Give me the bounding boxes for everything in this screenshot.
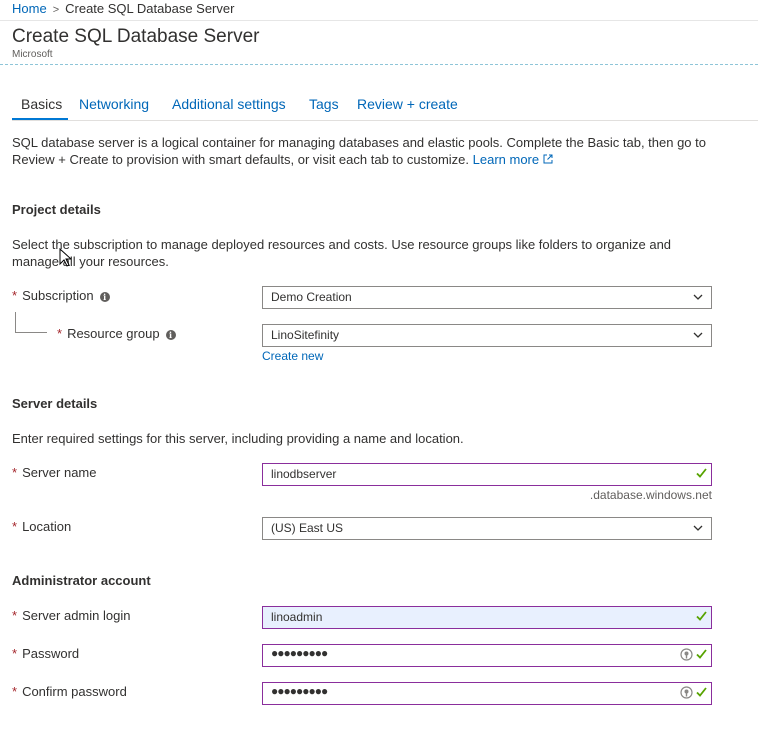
location-dropdown[interactable]: (US) East US [262,517,712,540]
learn-more-link[interactable]: Learn more [473,152,553,167]
intro-description: SQL database server is a logical contain… [12,135,706,167]
subscription-dropdown[interactable]: Demo Creation [262,286,712,309]
tree-connector-vertical [15,312,16,332]
required-marker: * [12,684,18,699]
breadcrumb-home-link[interactable]: Home [12,1,47,16]
subscription-label-text: Subscription [22,288,94,303]
header-dashed-divider [0,64,758,65]
tree-connector-horizontal [15,332,47,333]
external-link-icon [543,154,553,164]
password-value: ●●●●●●●●● [271,646,328,660]
server-name-input[interactable]: linodbserver [262,463,712,486]
confirm-password-label: * Confirm password [12,684,127,699]
server-name-label: * Server name [12,465,96,480]
tab-bar: Basics Networking Additional settings Ta… [0,96,758,120]
tab-basics[interactable]: Basics [21,96,62,112]
tab-review-create[interactable]: Review + create [357,96,458,112]
page-title: Create SQL Database Server [12,26,260,47]
subscription-value: Demo Creation [271,290,352,304]
publisher-label: Microsoft [12,49,53,60]
password-input[interactable]: ●●●●●●●●● [262,644,712,667]
info-icon[interactable]: i [165,329,176,340]
admin-login-value: linoadmin [271,610,323,624]
required-marker: * [12,519,18,534]
password-label-text: Password [22,646,80,661]
server-description: Enter required settings for this server,… [12,431,464,446]
server-name-value: linodbserver [271,467,337,481]
create-new-link[interactable]: Create new [262,349,323,363]
location-label: * Location [12,519,71,534]
confirm-password-value: ●●●●●●●●● [271,684,328,698]
header-divider [0,20,758,21]
resource-group-label-text: Resource group [67,326,160,341]
chevron-down-icon [693,294,703,300]
checkmark-icon [696,468,707,478]
admin-login-input[interactable]: linoadmin [262,606,712,629]
mouse-pointer-icon [59,248,71,267]
breadcrumb: Home > Create SQL Database Server [12,1,234,16]
password-manager-icon[interactable] [680,648,693,661]
admin-login-label: * Server admin login [12,608,130,623]
checkmark-icon [696,649,707,659]
required-marker: * [12,646,18,661]
project-description: Select the subscription to manage deploy… [12,237,672,269]
required-marker: * [12,288,18,303]
learn-more-label: Learn more [472,152,540,167]
chevron-down-icon [693,332,703,338]
subscription-label: * Subscription i [12,288,110,303]
breadcrumb-separator: > [52,4,60,16]
tabs-divider [12,120,758,121]
intro-text: SQL database server is a logical contain… [12,134,712,168]
chevron-down-icon [693,525,703,531]
breadcrumb-current: Create SQL Database Server [65,1,235,16]
tab-networking[interactable]: Networking [79,96,149,112]
resource-group-dropdown[interactable]: LinoSitefinity [262,324,712,347]
info-icon[interactable]: i [99,291,110,302]
confirm-password-input[interactable]: ●●●●●●●●● [262,682,712,705]
password-manager-icon[interactable] [680,686,693,699]
required-marker: * [12,465,18,480]
resource-group-value: LinoSitefinity [271,328,340,342]
confirm-password-label-text: Confirm password [22,684,127,699]
tab-additional-settings[interactable]: Additional settings [172,96,286,112]
checkmark-icon [696,687,707,697]
required-marker: * [12,608,18,623]
server-details-heading: Server details [12,396,98,411]
admin-account-heading: Administrator account [12,573,151,588]
tab-tags[interactable]: Tags [309,96,339,112]
checkmark-icon [696,611,707,621]
blade-header: Home > Create SQL Database Server Create S… [0,0,758,66]
server-name-label-text: Server name [22,465,97,480]
required-marker: * [57,326,63,341]
location-label-text: Location [22,519,72,534]
location-value: (US) East US [271,521,344,535]
admin-login-label-text: Server admin login [22,608,131,623]
password-label: * Password [12,646,79,661]
server-name-suffix: .database.windows.net [589,488,712,502]
resource-group-label: * Resource group i [57,326,176,341]
project-details-heading: Project details [12,202,101,217]
